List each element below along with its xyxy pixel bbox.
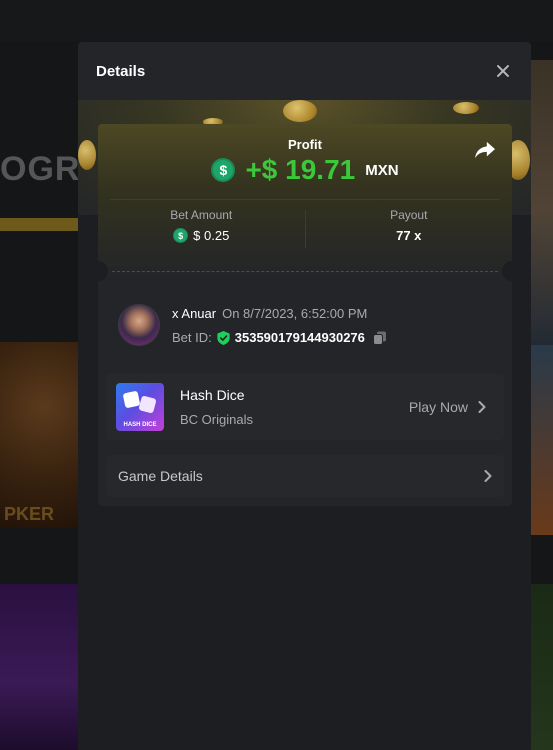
background-header <box>0 0 553 42</box>
game-details-row[interactable]: Game Details <box>106 455 504 497</box>
copy-icon[interactable] <box>372 331 387 345</box>
game-thumbnail-label: HASH DICE <box>123 422 157 428</box>
ticket-notch-right <box>502 261 522 281</box>
chevron-right-icon <box>478 401 486 413</box>
bet-details-modal: Details Profit $ +$ 19.71 MXN Bet Amount <box>78 42 531 750</box>
game-details-label: Game Details <box>118 468 203 484</box>
close-icon[interactable] <box>493 61 513 81</box>
bet-amount-value-row: $ $ 0.25 <box>98 228 305 243</box>
play-now-button[interactable]: Play Now <box>409 399 486 415</box>
user-line: x Anuar On 8/7/2023, 6:52:00 PM <box>172 306 387 321</box>
coin-decoration <box>78 140 96 170</box>
user-name[interactable]: x Anuar <box>172 306 216 321</box>
background-game-tile-text: PKER <box>4 504 55 524</box>
dollar-coin-icon: $ <box>211 158 236 182</box>
bet-date: On 8/7/2023, 6:52:00 PM <box>222 306 368 321</box>
coin-decoration <box>283 100 317 122</box>
bet-stats: Bet Amount $ $ 0.25 Payout 77 x <box>98 208 512 248</box>
background-accent-bar <box>0 218 80 231</box>
chevron-right-icon <box>484 470 492 482</box>
bet-amount-label: Bet Amount <box>170 208 233 222</box>
bet-id-label: Bet ID: <box>172 330 212 345</box>
profit-section: Profit $ +$ 19.71 MXN Bet Amount $ $ 0.2… <box>98 124 512 279</box>
coin-decoration <box>453 102 479 114</box>
bet-amount-value: $ 0.25 <box>193 228 230 243</box>
ticket-notch-left <box>88 261 108 281</box>
background-logo-text: OGR <box>0 150 81 188</box>
profit-row: $ +$ 19.71 MXN <box>98 154 512 186</box>
game-name: Hash Dice <box>180 387 245 403</box>
dice-icon <box>122 390 141 409</box>
payout-value: 77 x <box>396 228 422 243</box>
payout-label: Payout <box>390 208 428 222</box>
user-text: x Anuar On 8/7/2023, 6:52:00 PM Bet ID: … <box>172 304 387 345</box>
game-provider: BC Originals <box>180 412 253 427</box>
payout-stat: Payout 77 x <box>306 208 513 248</box>
profit-currency: MXN <box>365 161 399 179</box>
profit-label: Profit <box>288 137 322 152</box>
background-right-tile-3 <box>531 584 553 750</box>
user-info: x Anuar On 8/7/2023, 6:52:00 PM Bet ID: … <box>118 304 387 346</box>
background-roulette-tile <box>0 584 80 750</box>
game-link[interactable]: HASH DICE Hash Dice BC Originals Play No… <box>106 374 504 440</box>
modal-header: Details <box>78 42 531 100</box>
dollar-coin-icon: $ <box>173 228 189 243</box>
bet-id-line: Bet ID: 353590179144930276 <box>172 330 387 345</box>
play-now-label: Play Now <box>408 399 468 415</box>
share-icon[interactable] <box>474 140 496 160</box>
bet-card: Profit $ +$ 19.71 MXN Bet Amount $ $ 0.2… <box>88 124 522 506</box>
dice-icon <box>138 395 157 414</box>
profit-value: +$ 19.71 <box>245 154 356 185</box>
avatar[interactable] <box>118 304 160 346</box>
bet-id: 353590179144930276 <box>234 330 365 345</box>
dashed-separator <box>112 271 498 272</box>
modal-title: Details <box>96 62 146 80</box>
background-game-tile <box>0 342 80 528</box>
game-thumbnail: HASH DICE <box>116 383 164 431</box>
game-info: Hash Dice BC Originals <box>180 387 253 427</box>
background-right-tile-2 <box>531 345 553 535</box>
payout-value-row: 77 x <box>306 228 513 243</box>
background-right-tile <box>531 60 553 360</box>
shield-check-icon <box>217 330 230 345</box>
bet-amount-stat: Bet Amount $ $ 0.25 <box>98 208 305 248</box>
divider <box>110 199 500 200</box>
